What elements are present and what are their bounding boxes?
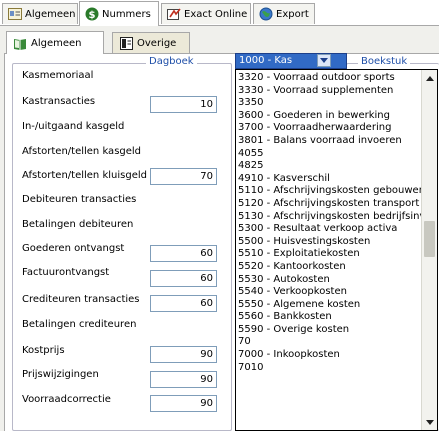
goederen-ontvangst-input[interactable]: 60 xyxy=(150,245,217,262)
crediteuren-transacties-input[interactable]: 60 xyxy=(150,295,217,312)
kastransacties-input[interactable]: 10 xyxy=(150,96,217,113)
dropdown-item[interactable]: 5530 - Autokosten xyxy=(236,274,422,287)
label-kastransacties: Kastransacties xyxy=(22,96,96,107)
dropdown-item[interactable]: 7000 - Inkoopkosten xyxy=(236,349,422,362)
tab-nummers[interactable]: $ Nummers xyxy=(79,1,159,26)
label-kasmemoriaal: Kasmemoriaal xyxy=(22,70,94,81)
debiteuren-transacties-input[interactable]: 70 xyxy=(150,168,217,185)
book-icon xyxy=(13,36,27,50)
tab-label: Exact Online xyxy=(184,8,248,20)
subtab-label: Overige xyxy=(137,37,177,49)
label-goederen-ontvangst: Goederen ontvangst xyxy=(22,243,125,254)
dropdown-item[interactable]: 3320 - Voorraad outdoor sports xyxy=(236,72,422,85)
dropdown-item[interactable]: 5110 - Afschrijvingskosten gebouwen xyxy=(236,185,422,198)
tab-label: Algemeen xyxy=(25,8,76,20)
dropdown-item[interactable]: 7010 xyxy=(236,362,422,375)
svg-text:$: $ xyxy=(89,10,96,21)
tab-label: Export xyxy=(276,8,309,20)
scroll-up-button[interactable] xyxy=(423,71,437,85)
dropdown-item[interactable]: 3350 xyxy=(236,97,422,110)
dropdown-item[interactable]: 5510 - Exploitatiekosten xyxy=(236,248,422,261)
tab-algemeen[interactable]: Algemeen xyxy=(2,3,78,24)
label-afstorten-kasgeld: Afstorten/tellen kasgeld xyxy=(22,146,142,157)
label-crediteuren-transacties: Crediteuren transacties xyxy=(22,294,140,305)
label-kostprijs: Kostprijs xyxy=(22,345,65,356)
scrollbar-thumb[interactable] xyxy=(424,221,435,257)
label-debiteuren-transacties: Debiteuren transacties xyxy=(22,194,137,205)
grootboek-dropdown-list[interactable]: 3320 - Voorraad outdoor sports 3330 - Voo… xyxy=(235,69,438,431)
tab-label: Nummers xyxy=(102,8,151,20)
label-factuurontvangst: Factuurontvangst xyxy=(22,267,110,278)
dropdown-item[interactable]: 4055 xyxy=(236,148,422,161)
dropdown-item[interactable]: 4825 xyxy=(236,160,422,173)
label-betalingen-crediteuren: Betalingen crediteuren xyxy=(22,319,137,330)
dropdown-items: 3320 - Voorraad outdoor sports 3330 - Voo… xyxy=(236,70,437,374)
arrow-down-icon xyxy=(426,417,434,428)
dropdown-item[interactable]: 3700 - Voorraadherwaardering xyxy=(236,122,422,135)
ledger-icon xyxy=(119,36,133,50)
chevron-down-icon xyxy=(320,55,328,66)
dagboek-legend: Dagboek xyxy=(146,56,197,67)
dropdown-item[interactable]: 5120 - Afschrijvingskosten transport en xyxy=(236,198,422,211)
dropdown-scrollbar[interactable] xyxy=(421,70,437,430)
label-betalingen-debiteuren: Betalingen debiteuren xyxy=(22,219,134,230)
dropdown-item[interactable]: 70 xyxy=(236,336,422,349)
subtab-algemeen[interactable]: Algemeen xyxy=(6,31,104,54)
dropdown-item[interactable]: 3600 - Goederen in bewerking xyxy=(236,110,422,123)
dropdown-item[interactable]: 5520 - Kantoorkosten xyxy=(236,261,422,274)
dropdown-item[interactable]: 3330 - Voorraad supplementen xyxy=(236,85,422,98)
boekstuk-legend: Boekstuk xyxy=(358,56,411,67)
kostprijs-input[interactable]: 90 xyxy=(150,346,217,363)
prijswijzigingen-input[interactable]: 90 xyxy=(150,371,217,388)
card-icon xyxy=(8,7,22,21)
dropdown-item[interactable]: 5540 - Verkoopkosten xyxy=(236,286,422,299)
tab-exact-online[interactable]: Exact Online xyxy=(161,3,251,24)
scroll-down-button[interactable] xyxy=(423,415,437,429)
subtab-overige[interactable]: Overige xyxy=(112,32,190,53)
dropdown-item[interactable]: 4910 - Kasverschil xyxy=(236,173,422,186)
dropdown-item[interactable]: 5590 - Overige kosten xyxy=(236,324,422,337)
dropdown-item[interactable]: 5500 - Huisvestingskosten xyxy=(236,236,422,249)
exact-online-icon xyxy=(167,7,181,21)
dropdown-item[interactable]: 5130 - Afschrijvingskosten bedrijfsinve xyxy=(236,211,422,224)
dropdown-item[interactable]: 3801 - Balans voorraad invoeren xyxy=(236,135,422,148)
dropdown-item[interactable]: 5300 - Resultaat verkoop activa xyxy=(236,223,422,236)
factuurontvangst-input[interactable]: 60 xyxy=(150,270,217,287)
subtab-label: Algemeen xyxy=(31,37,82,49)
dropdown-item[interactable]: 5550 - Algemene kosten xyxy=(236,299,422,312)
combo-dropdown-button[interactable] xyxy=(317,54,331,67)
globe-icon xyxy=(259,7,273,21)
label-voorraadcorrectie: Voorraadcorrectie xyxy=(22,394,111,405)
dropdown-item[interactable]: 5560 - Bankkosten xyxy=(236,311,422,324)
label-afstorten-kluisgeld: Afstorten/tellen kluisgeld xyxy=(22,170,147,181)
arrow-up-icon xyxy=(426,73,434,84)
tab-export[interactable]: Export xyxy=(253,3,315,24)
label-prijswijzigingen: Prijswijzigingen xyxy=(22,369,99,380)
label-in-uitgaand-kasgeld: In-/uitgaand kasgeld xyxy=(22,121,125,132)
voorraadcorrectie-input[interactable]: 90 xyxy=(150,395,217,412)
dollar-icon: $ xyxy=(85,7,99,21)
